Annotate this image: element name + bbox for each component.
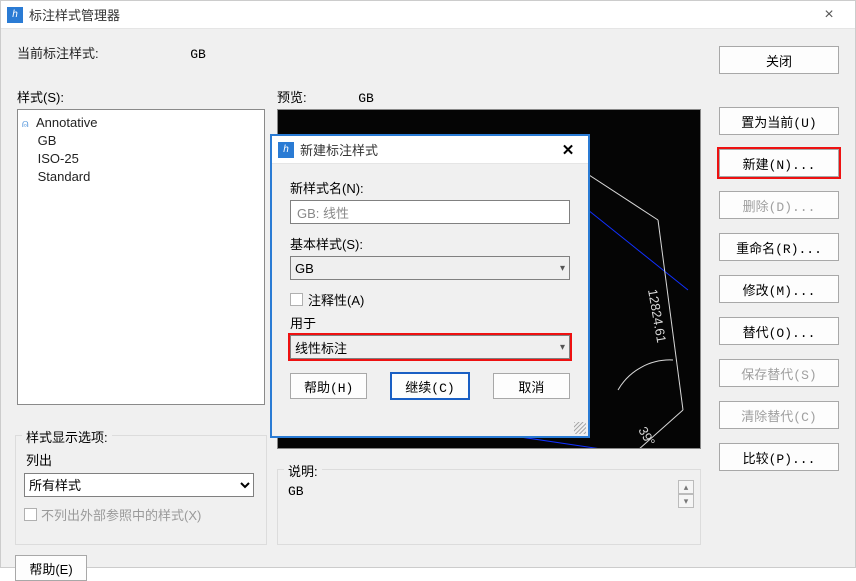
display-options-legend: 样式显示选项: [22,427,112,446]
modify-button[interactable]: 修改(M)... [719,275,839,303]
new-name-label: 新样式名(N): [290,178,570,197]
list-item[interactable]: Standard [20,168,262,186]
chevron-down-icon: ▾ [560,342,565,353]
preview-style-name: GB [358,91,374,106]
list-item-label: GB [38,133,57,148]
preview-label: 预览: [277,90,307,105]
rename-button[interactable]: 重命名(R)... [719,233,839,261]
current-style-label: 当前标注样式: [17,46,99,61]
new-button[interactable]: 新建(N)... [719,149,839,177]
dimension-style-manager-window: h 标注样式管理器 × 当前标注样式: GB 样式(S): ⍝Annotativ… [0,0,856,568]
list-item[interactable]: ISO-25 [20,150,262,168]
modal-close-icon[interactable]: ✕ [554,141,582,159]
override-button[interactable]: 替代(O)... [719,317,839,345]
new-name-input[interactable]: GB: 线性 [290,200,570,224]
app-icon: h [278,142,294,158]
spinner-up-icon[interactable]: ▴ [678,480,694,494]
xref-checkbox-row[interactable]: 不列出外部参照中的样式(X) [24,505,258,524]
list-item-label: Standard [38,169,91,184]
annotative-checkbox-row[interactable]: 注释性(A) [290,290,570,309]
close-icon[interactable]: × [809,6,849,24]
list-item[interactable]: ⍝Annotative [20,114,262,132]
display-options-group: 样式显示选项: 列出 所有样式 不列出外部参照中的样式(X) [15,435,267,545]
titlebar: h 标注样式管理器 × [1,1,855,29]
modal-help-button[interactable]: 帮助(H) [290,373,367,399]
checkbox-icon[interactable] [290,293,303,306]
used-for-value: 线性标注 [295,338,347,357]
used-for-select[interactable]: 线性标注 ▾ [290,335,570,359]
angle-text: 39° [635,424,658,449]
styles-list[interactable]: ⍝Annotative GB ISO-25 Standard [17,109,265,405]
styles-label: 样式(S): [17,87,265,106]
annotative-icon: ⍝ [22,118,34,131]
base-style-value: GB [295,261,314,276]
set-current-button[interactable]: 置为当前(U) [719,107,839,135]
close-button[interactable]: 关闭 [719,46,839,74]
used-for-label: 用于 [290,313,570,332]
new-name-value: GB: 线性 [297,206,349,221]
modal-button-row: 帮助(H) 继续(C) 取消 [290,373,570,399]
description-group: 说明: GB ▴ ▾ [277,469,701,545]
app-icon: h [7,7,23,23]
list-item-label: Annotative [36,115,97,130]
cancel-button[interactable]: 取消 [493,373,570,399]
description-legend: 说明: [284,461,322,480]
base-style-label: 基本样式(S): [290,234,570,253]
current-style-value: GB [190,47,206,62]
help-button[interactable]: 帮助(E) [15,555,87,581]
continue-button[interactable]: 继续(C) [391,373,468,399]
spinner-down-icon[interactable]: ▾ [678,494,694,508]
list-item-label: ISO-25 [38,151,79,166]
compare-button[interactable]: 比较(P)... [719,443,839,471]
new-dimstyle-dialog: h 新建标注样式 ✕ 新样式名(N): GB: 线性 基本样式(S): GB ▾… [271,135,589,437]
list-filter-select[interactable]: 所有样式 [24,473,254,497]
modal-title: 新建标注样式 [300,140,554,159]
list-item[interactable]: GB [20,132,262,150]
dim-text: 12824.61 [645,288,669,344]
checkbox-icon[interactable] [24,508,37,521]
right-button-column: 置为当前(U) 新建(N)... 删除(D)... 重命名(R)... 修改(M… [719,107,839,471]
preview-label-row: 预览: GB [277,87,701,106]
description-value: GB [288,484,690,499]
current-style-row: 当前标注样式: GB [17,43,839,62]
clear-override-button[interactable]: 清除替代(C) [719,401,839,429]
base-style-select[interactable]: GB ▾ [290,256,570,280]
save-override-button[interactable]: 保存替代(S) [719,359,839,387]
window-title: 标注样式管理器 [29,5,809,24]
delete-button[interactable]: 删除(D)... [719,191,839,219]
styles-panel: 样式(S): ⍝Annotative GB ISO-25 Standard [17,87,265,405]
resize-grip-icon[interactable] [574,422,586,434]
chevron-down-icon: ▾ [560,263,565,274]
list-label: 列出 [26,450,258,469]
xref-checkbox-label: 不列出外部参照中的样式(X) [41,505,201,524]
description-spinner[interactable]: ▴ ▾ [678,480,694,508]
body: 当前标注样式: GB 样式(S): ⍝Annotative GB ISO-25 … [1,29,855,88]
modal-titlebar: h 新建标注样式 ✕ [272,136,588,164]
modal-body: 新样式名(N): GB: 线性 基本样式(S): GB ▾ 注释性(A) 用于 … [272,164,588,409]
annotative-label: 注释性(A) [308,290,364,309]
